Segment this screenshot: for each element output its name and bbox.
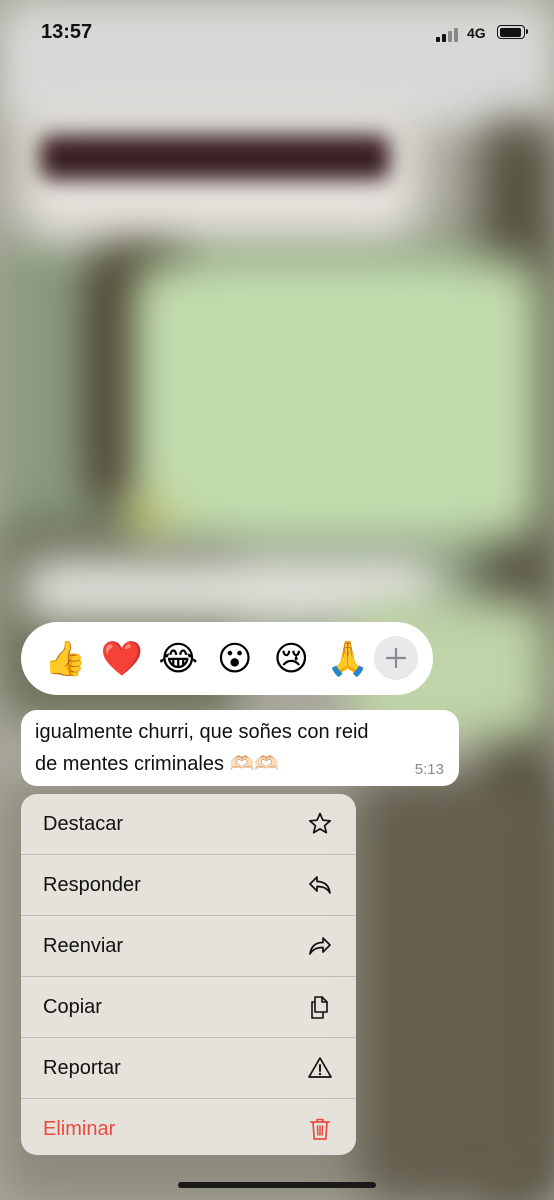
- blurred-region: [130, 260, 540, 540]
- message-timestamp: 5:13: [414, 761, 444, 778]
- status-time: 13:57: [41, 21, 93, 43]
- blurred-region: [360, 780, 554, 1200]
- menu-item-label: Reportar: [43, 1056, 121, 1079]
- warning-icon: [308, 1057, 332, 1078]
- home-indicator[interactable]: [178, 1182, 376, 1188]
- menu-item-reportar[interactable]: Reportar: [21, 1038, 356, 1099]
- plus-icon: [385, 647, 407, 669]
- message-bubble[interactable]: igualmente churri, que soñes con reid de…: [21, 710, 459, 786]
- menu-item-eliminar[interactable]: Eliminar: [21, 1099, 356, 1155]
- forward-icon: [309, 937, 331, 955]
- message-text-line-1: igualmente churri, que soñes con reid: [35, 721, 369, 743]
- context-menu: Destacar Responder Reenviar Copiar Repor…: [21, 794, 356, 1155]
- reaction-thumbs-up[interactable]: 👍: [37, 634, 94, 684]
- reply-icon: [309, 876, 331, 894]
- more-reactions-button[interactable]: [374, 636, 418, 680]
- menu-item-label: Destacar: [43, 812, 124, 835]
- menu-item-label: Copiar: [43, 995, 102, 1018]
- menu-item-responder[interactable]: Responder: [21, 855, 356, 916]
- reaction-heart[interactable]: ❤️: [94, 634, 151, 684]
- menu-item-destacar[interactable]: Destacar: [21, 794, 356, 855]
- star-icon: [308, 812, 332, 834]
- blurred-region: [40, 135, 390, 180]
- reaction-crying[interactable]: 😢: [263, 634, 320, 684]
- menu-item-label: Responder: [43, 873, 141, 896]
- signal-icon: [436, 26, 462, 42]
- status-bar: 13:57 4G: [0, 0, 554, 66]
- menu-item-label: Reenviar: [43, 934, 124, 957]
- trash-icon: [310, 1118, 330, 1140]
- reaction-praying[interactable]: 🙏: [320, 634, 377, 684]
- blurred-region: [130, 500, 170, 530]
- battery-icon: [497, 25, 528, 39]
- menu-item-label: Eliminar: [43, 1117, 116, 1140]
- menu-item-reenviar[interactable]: Reenviar: [21, 916, 356, 977]
- network-type: 4G: [467, 25, 486, 41]
- reaction-laughing[interactable]: 😂: [150, 634, 207, 684]
- reaction-surprised[interactable]: 😮: [207, 634, 264, 684]
- menu-item-copiar[interactable]: Copiar: [21, 977, 356, 1038]
- reaction-bar: 👍 ❤️ 😂 😮 😢 🙏: [21, 622, 433, 695]
- copy-icon: [311, 996, 328, 1019]
- message-text-line-2: de mentes criminales 🫶🏻🫶🏻: [35, 753, 280, 775]
